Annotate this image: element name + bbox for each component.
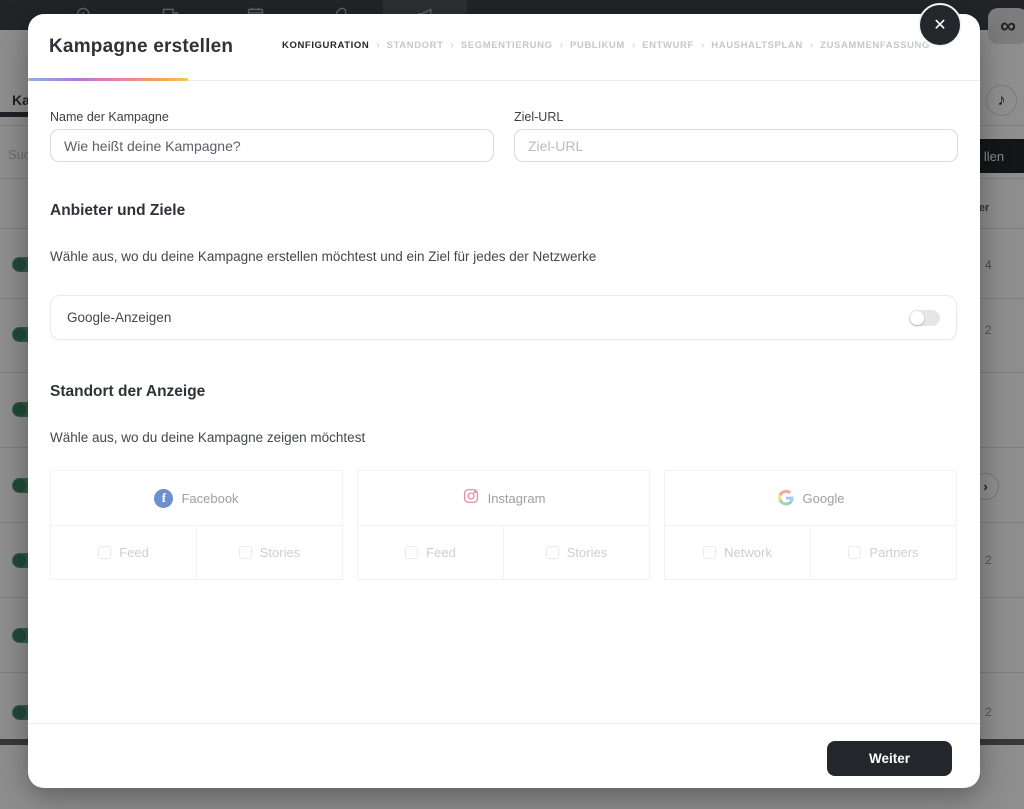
providers-section-description: Wähle aus, wo du deine Kampagne erstelle… bbox=[50, 249, 597, 264]
network-icon bbox=[703, 546, 717, 559]
step-segmentierung[interactable]: SEGMENTIERUNG bbox=[461, 40, 553, 51]
campaign-name-label: Name der Kampagne bbox=[50, 110, 169, 124]
next-button[interactable]: Weiter bbox=[827, 741, 952, 776]
placement-label: Partners bbox=[869, 545, 919, 560]
placement-section-description: Wähle aus, wo du deine Kampagne zeigen m… bbox=[50, 430, 366, 445]
close-icon[interactable]: ✕ bbox=[918, 3, 962, 47]
step-konfiguration[interactable]: KONFIGURATION bbox=[282, 40, 369, 51]
step-separator: › bbox=[376, 40, 380, 51]
stepper: KONFIGURATION › STANDORT › SEGMENTIERUNG… bbox=[282, 40, 930, 51]
instagram-icon bbox=[462, 487, 480, 510]
placement-label: Feed bbox=[426, 545, 456, 560]
title-gradient-underline bbox=[28, 78, 188, 81]
feed-icon bbox=[405, 546, 419, 559]
google-label: Google bbox=[802, 490, 845, 506]
facebook-icon: f bbox=[154, 488, 174, 508]
google-partners-option[interactable]: Partners bbox=[810, 526, 956, 579]
campaign-name-input[interactable] bbox=[50, 129, 494, 162]
google-ads-toggle[interactable] bbox=[909, 309, 940, 326]
step-haushaltsplan[interactable]: HAUSHALTSPLAN bbox=[711, 40, 803, 51]
step-entwurf[interactable]: ENTWURF bbox=[642, 40, 694, 51]
step-separator: › bbox=[809, 40, 814, 51]
modal-footer: Weiter bbox=[28, 723, 980, 788]
step-separator: › bbox=[450, 40, 454, 51]
facebook-group: f Facebook Feed Stories bbox=[50, 470, 343, 580]
instagram-header[interactable]: Instagram bbox=[357, 470, 650, 525]
target-url-label: Ziel-URL bbox=[514, 110, 564, 124]
modal-title: Kampagne erstellen bbox=[49, 36, 234, 57]
partners-icon bbox=[848, 546, 862, 559]
google-icon bbox=[777, 489, 794, 506]
stories-icon bbox=[545, 546, 559, 559]
google-ads-provider-row[interactable]: Google-Anzeigen bbox=[50, 295, 957, 340]
facebook-label: Facebook bbox=[181, 490, 239, 506]
providers-section-title: Anbieter und Ziele bbox=[50, 202, 186, 219]
step-separator: › bbox=[631, 40, 636, 51]
instagram-stories-option[interactable]: Stories bbox=[503, 526, 649, 579]
toggle-knob bbox=[910, 310, 924, 325]
instagram-label: Instagram bbox=[487, 490, 546, 506]
instagram-group: Instagram Feed Stories bbox=[357, 470, 650, 580]
step-zusammenfassung[interactable]: ZUSAMMENFASSUNG bbox=[820, 40, 930, 51]
step-separator: › bbox=[700, 40, 705, 51]
stories-icon bbox=[238, 546, 252, 559]
instagram-feed-option[interactable]: Feed bbox=[358, 526, 503, 579]
step-separator: › bbox=[559, 40, 563, 51]
google-group: Google Network Partners bbox=[664, 470, 957, 580]
placement-label: Feed bbox=[119, 545, 149, 560]
feed-icon bbox=[98, 546, 112, 559]
step-standort[interactable]: STANDORT bbox=[387, 40, 444, 51]
modal-header: Kampagne erstellen KONFIGURATION › STAND… bbox=[28, 14, 980, 81]
facebook-feed-option[interactable]: Feed bbox=[51, 526, 196, 579]
placement-label: Stories bbox=[259, 545, 301, 560]
facebook-stories-option[interactable]: Stories bbox=[196, 526, 342, 579]
placement-networks: f Facebook Feed Stories Instagram Feed S… bbox=[50, 470, 957, 580]
step-publikum[interactable]: PUBLIKUM bbox=[570, 40, 625, 51]
google-header[interactable]: Google bbox=[664, 470, 957, 525]
facebook-header[interactable]: f Facebook bbox=[50, 470, 343, 525]
target-url-input[interactable] bbox=[514, 129, 958, 162]
placement-label: Network bbox=[724, 545, 772, 560]
google-ads-label: Google-Anzeigen bbox=[67, 310, 172, 325]
create-campaign-modal: Kampagne erstellen KONFIGURATION › STAND… bbox=[28, 14, 980, 788]
placement-label: Stories bbox=[566, 545, 608, 560]
placement-section-title: Standort der Anzeige bbox=[50, 383, 206, 400]
google-network-option[interactable]: Network bbox=[665, 526, 810, 579]
